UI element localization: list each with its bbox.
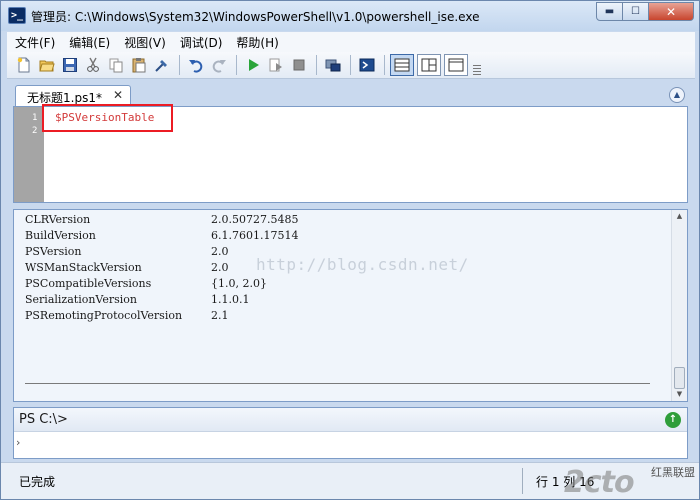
run-button[interactable] bbox=[242, 54, 264, 76]
stop-icon bbox=[293, 59, 305, 71]
output-value: 2.1 bbox=[211, 309, 229, 322]
menu-file[interactable]: 文件(F) bbox=[15, 34, 55, 51]
output-value: 2.0.50727.5485 bbox=[211, 213, 299, 226]
cut-button[interactable] bbox=[82, 54, 104, 76]
scroll-down-icon[interactable]: ▼ bbox=[674, 389, 685, 400]
script-pane[interactable]: 1 2 $PSVersionTable bbox=[13, 104, 688, 203]
layout-right-button[interactable] bbox=[417, 54, 441, 76]
output-value: 1.1.0.1 bbox=[211, 293, 250, 306]
output-pane: CLRVersion 2.0.50727.5485 BuildVersion 6… bbox=[13, 209, 688, 402]
layout-top-button[interactable] bbox=[390, 54, 414, 76]
line-number: 2 bbox=[32, 126, 38, 136]
close-button[interactable]: ✕ bbox=[649, 2, 694, 21]
output-value: 2.0 bbox=[211, 261, 229, 274]
brand-logo: 2cto bbox=[564, 465, 635, 500]
minimize-icon: ▬ bbox=[604, 6, 615, 17]
output-key: PSRemotingProtocolVersion bbox=[25, 309, 183, 322]
maximize-button[interactable]: ☐ bbox=[623, 2, 649, 21]
output-divider bbox=[25, 383, 650, 384]
paste-button[interactable] bbox=[128, 54, 150, 76]
maximize-icon: ☐ bbox=[631, 6, 640, 17]
command-input-caret[interactable]: › bbox=[16, 436, 20, 449]
window-title: 管理员: C:\Windows\System32\WindowsPowerShe… bbox=[31, 10, 480, 24]
output-key: PSVersion bbox=[25, 245, 82, 258]
scroll-up-icon[interactable]: ▲ bbox=[674, 211, 685, 222]
ise-window: >_ 管理员: C:\Windows\System32\WindowsPower… bbox=[0, 0, 700, 500]
command-prompt: PS C:\> bbox=[19, 412, 68, 427]
layout-right-icon bbox=[421, 58, 437, 72]
run-selection-icon bbox=[269, 58, 282, 72]
new-icon bbox=[17, 57, 30, 73]
remote-powershell-icon bbox=[325, 59, 341, 72]
menu-debug[interactable]: 调试(D) bbox=[180, 34, 223, 51]
toolbar-separator bbox=[350, 55, 351, 75]
menu-bar: 文件(F) 编辑(E) 视图(V) 调试(D) 帮助(H) bbox=[7, 32, 695, 52]
undo-icon bbox=[189, 60, 203, 73]
copy-button[interactable] bbox=[105, 54, 127, 76]
clear-icon bbox=[155, 60, 167, 72]
command-pane[interactable]: PS C:\> ↑ › bbox=[13, 407, 688, 459]
output-value: 6.1.7601.17514 bbox=[211, 229, 299, 242]
output-value: 2.0 bbox=[211, 245, 229, 258]
arrow-up-icon[interactable]: ↑ bbox=[665, 412, 681, 428]
close-icon: ✕ bbox=[665, 4, 677, 19]
toolbar-separator bbox=[384, 55, 385, 75]
run-icon bbox=[249, 59, 259, 71]
blog-watermark: http://blog.csdn.net/ bbox=[256, 255, 469, 274]
toolbar-overflow-grip[interactable] bbox=[473, 65, 481, 75]
toolbar-separator bbox=[316, 55, 317, 75]
powershell-app-icon: >_ bbox=[8, 7, 26, 24]
collapse-script-pane-icon[interactable]: ▲ bbox=[669, 87, 685, 103]
output-key: WSManStackVersion bbox=[25, 261, 142, 274]
new-button[interactable] bbox=[13, 54, 35, 76]
scroll-thumb[interactable] bbox=[674, 367, 685, 389]
powershell-icon bbox=[359, 58, 375, 72]
status-separator bbox=[522, 468, 523, 494]
output-key: BuildVersion bbox=[25, 229, 96, 242]
cut-icon bbox=[87, 57, 99, 72]
window-controls: ▬ ☐ ✕ bbox=[596, 2, 694, 21]
layout-top-icon bbox=[394, 58, 410, 72]
status-bar: 已完成 行 1 列 16 2cto 红黑联盟 bbox=[1, 462, 699, 500]
output-scrollbar[interactable]: ▲ ▼ bbox=[671, 210, 687, 401]
remote-powershell-button[interactable] bbox=[322, 54, 344, 76]
output-value: {1.0, 2.0} bbox=[211, 277, 267, 290]
tab-close-icon[interactable]: ✕ bbox=[113, 88, 123, 102]
menu-view[interactable]: 视图(V) bbox=[124, 34, 166, 51]
brand-tagline: 红黑联盟 bbox=[651, 466, 695, 479]
toolbar-separator bbox=[179, 55, 180, 75]
clear-button[interactable] bbox=[151, 54, 173, 76]
output-key: CLRVersion bbox=[25, 213, 91, 226]
stop-button[interactable] bbox=[288, 54, 310, 76]
undo-button[interactable] bbox=[185, 54, 207, 76]
copy-icon bbox=[109, 58, 123, 73]
layout-max-icon bbox=[448, 58, 464, 72]
save-icon bbox=[63, 58, 77, 72]
output-key: PSCompatibleVersions bbox=[25, 277, 152, 290]
paste-icon bbox=[132, 58, 146, 73]
script-tab-strip: 无标题1.ps1* ✕ ▲ bbox=[7, 80, 695, 107]
open-icon bbox=[39, 60, 55, 72]
output-key: SerializationVersion bbox=[25, 293, 137, 306]
annotation-highlight-box bbox=[42, 104, 173, 132]
run-selection-button[interactable] bbox=[265, 54, 287, 76]
minimize-button[interactable]: ▬ bbox=[596, 2, 623, 21]
start-powershell-button[interactable] bbox=[356, 54, 378, 76]
line-number: 1 bbox=[32, 113, 38, 123]
command-prompt-header: PS C:\> ↑ bbox=[14, 408, 687, 432]
toolbar bbox=[7, 52, 695, 79]
open-button[interactable] bbox=[36, 54, 58, 76]
save-button[interactable] bbox=[59, 54, 81, 76]
layout-max-button[interactable] bbox=[444, 54, 468, 76]
line-number-gutter: 1 2 bbox=[14, 107, 44, 202]
toolbar-separator bbox=[236, 55, 237, 75]
redo-button[interactable] bbox=[208, 54, 230, 76]
menu-help[interactable]: 帮助(H) bbox=[236, 34, 278, 51]
title-bar[interactable]: >_ 管理员: C:\Windows\System32\WindowsPower… bbox=[1, 1, 699, 31]
redo-icon bbox=[212, 60, 226, 73]
status-text: 已完成 bbox=[19, 475, 56, 489]
menu-edit[interactable]: 编辑(E) bbox=[69, 34, 110, 51]
